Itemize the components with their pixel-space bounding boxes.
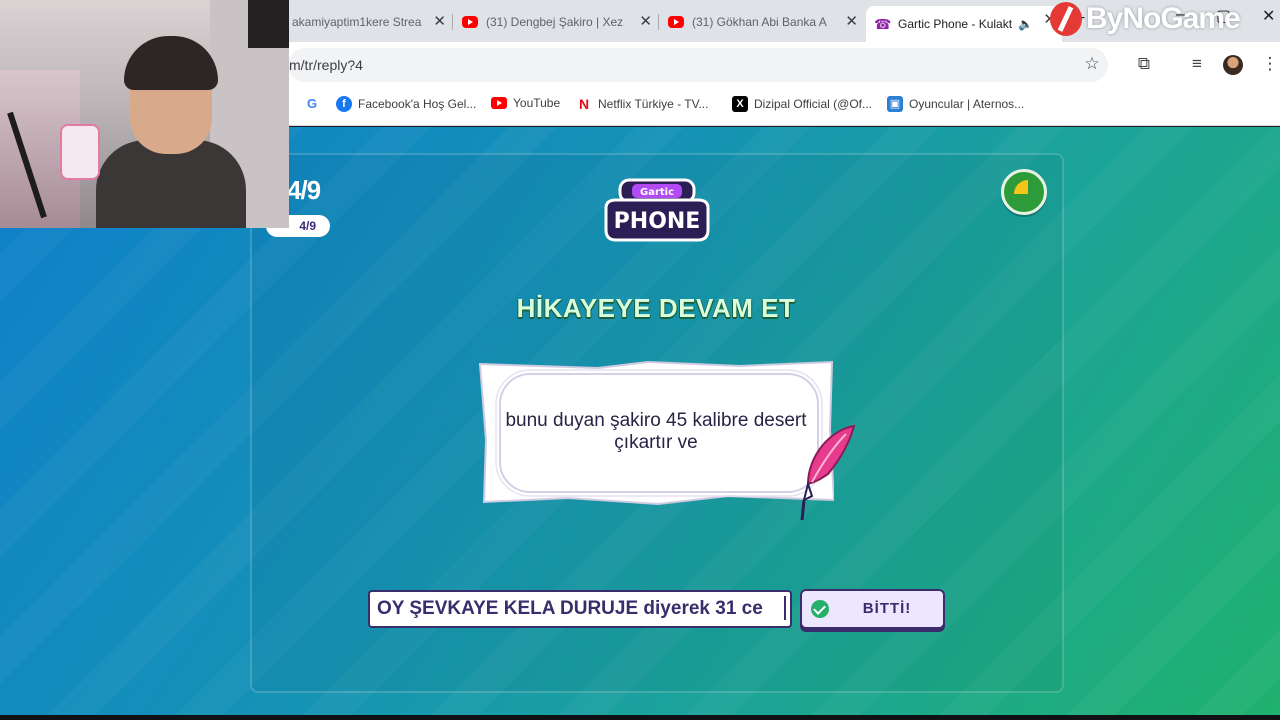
- webcam-person-hair: [124, 36, 218, 90]
- watermark-text: ByNoGame: [1086, 2, 1241, 35]
- address-bar-url[interactable]: m/tr/reply?4: [289, 57, 363, 73]
- webcam-microphone: [60, 124, 100, 180]
- close-icon[interactable]: ✕: [845, 14, 858, 30]
- tab-gartic-phone[interactable]: ☎ Gartic Phone - Kulakt 🔈 ✕: [866, 6, 1062, 42]
- timer-progress-wedge: [1014, 180, 1028, 194]
- story-input[interactable]: OY ŞEVKAYE KELA DURUJE diyerek 31 ce: [368, 590, 792, 628]
- profile-avatar[interactable]: [1223, 55, 1243, 75]
- bookmark-star-icon[interactable]: ☆: [1081, 53, 1103, 75]
- page-title: HİKAYEYE DEVAM ET: [516, 293, 796, 323]
- bookmark-label: YouTube: [513, 96, 561, 110]
- facebook-icon: f: [336, 96, 352, 112]
- bookmark-facebook[interactable]: f Facebook'a Hoş Gel...: [336, 96, 476, 112]
- youtube-icon: [491, 97, 507, 109]
- bookmark-dizipal[interactable]: X Dizipal Official (@Of...: [732, 96, 872, 112]
- round-counter: 4/9: [287, 175, 321, 205]
- bookmark-netflix[interactable]: N Netflix Türkiye - TV...: [576, 96, 709, 112]
- logo-word-gartic: Gartic: [640, 187, 674, 198]
- netflix-icon: N: [578, 96, 590, 112]
- youtube-icon: [668, 16, 684, 28]
- webcam-curtain: [248, 0, 289, 48]
- bynogame-watermark: ByNoGame: [1050, 2, 1241, 36]
- tab-dengbej[interactable]: (31) Dengbej Şakiro | Xez ✕: [454, 8, 658, 36]
- bottom-edge: [0, 715, 1280, 720]
- gartic-phone-icon: ☎: [874, 16, 892, 32]
- done-button[interactable]: BİTTİ!: [800, 589, 945, 629]
- done-button-label: BİTTİ!: [862, 600, 912, 617]
- tab-title: (31) Gökhan Abi Banka A: [692, 15, 827, 29]
- google-icon: G: [306, 96, 318, 111]
- address-bar[interactable]: [288, 48, 1108, 82]
- text-cursor: [784, 596, 786, 620]
- bookmark-google[interactable]: G: [304, 96, 326, 112]
- gartic-phone-logo: Gartic PHONE: [604, 178, 710, 242]
- check-icon: [811, 600, 829, 618]
- tab-separator: [452, 14, 453, 30]
- tab-gokhan[interactable]: (31) Gökhan Abi Banka A ✕: [660, 8, 864, 36]
- close-icon[interactable]: ✕: [433, 14, 446, 30]
- extensions-icon[interactable]: ⧉: [1133, 53, 1155, 75]
- webcam-overlay: [0, 0, 289, 228]
- prompt-text: bunu duyan şakiro 45 kalibre desert çıka…: [505, 410, 807, 453]
- story-input-value[interactable]: OY ŞEVKAYE KELA DURUJE diyerek 31 ce: [377, 598, 763, 620]
- bookmark-youtube[interactable]: YouTube: [491, 96, 560, 110]
- tab-title: (31) Dengbej Şakiro | Xez: [486, 15, 624, 29]
- tab-title: Gartic Phone - Kulakt: [898, 17, 1013, 31]
- menu-kebab-icon[interactable]: ⋮: [1259, 53, 1280, 75]
- youtube-icon: [462, 16, 478, 28]
- tab-title: akamiyaptim1kere Strea: [292, 15, 422, 29]
- bookmark-label: Oyuncular | Aternos...: [909, 97, 1025, 111]
- logo-word-phone: PHONE: [614, 209, 701, 234]
- round-badge-label: 4/9: [299, 219, 316, 233]
- tab-separator: [658, 14, 659, 30]
- window-close-icon[interactable]: ✕: [1262, 6, 1275, 26]
- bookmark-label: Facebook'a Hoş Gel...: [358, 97, 477, 111]
- bookmark-aternos[interactable]: ▣ Oyuncular | Aternos...: [887, 96, 1024, 112]
- speaker-icon[interactable]: 🔈: [1018, 17, 1033, 31]
- bookmark-label: Dizipal Official (@Of...: [754, 97, 872, 111]
- media-controls-icon[interactable]: ≡: [1186, 53, 1208, 75]
- bynogame-logo-icon: [1050, 2, 1082, 36]
- round-timer: [1001, 169, 1047, 215]
- x-icon: X: [732, 96, 748, 112]
- tab-stream[interactable]: akamiyaptim1kere Strea ✕: [284, 8, 452, 36]
- quill-pen-icon: [800, 424, 856, 521]
- close-icon[interactable]: ✕: [639, 14, 652, 30]
- aternos-icon: ▣: [887, 96, 903, 112]
- bookmark-label: Netflix Türkiye - TV...: [598, 97, 709, 111]
